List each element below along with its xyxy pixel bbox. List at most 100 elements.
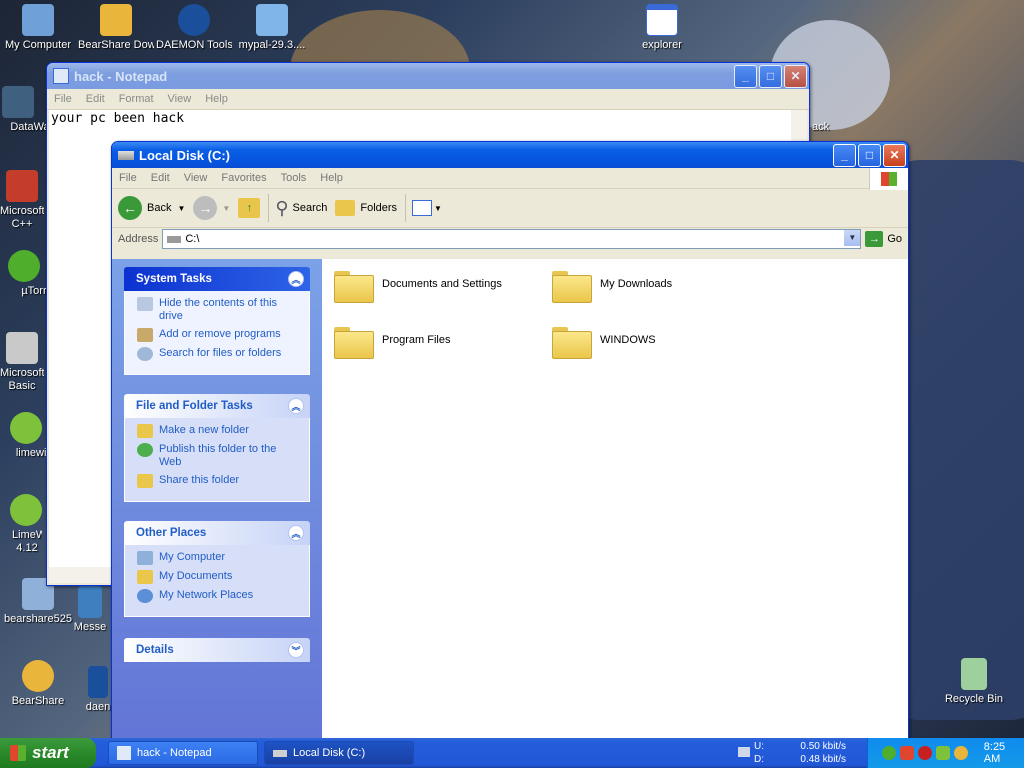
task-pane: System Tasks ︽ Hide the contents of this… [112, 259, 322, 738]
desktop-partial-label: ack [812, 121, 830, 133]
task-new-folder[interactable]: Make a new folder [137, 424, 301, 438]
publish-web-icon [137, 443, 153, 457]
system-tray: 8:25 AM [867, 738, 1024, 768]
windows-logo-icon [10, 745, 26, 761]
address-dropdown-button[interactable]: ▼ [844, 230, 861, 246]
utorrent-icon [8, 250, 40, 282]
clock[interactable]: 8:25 AM [984, 741, 1024, 765]
desktop-icon-explorer[interactable]: explorer [624, 4, 700, 52]
folder-item[interactable]: WINDOWS [552, 323, 656, 359]
panel-header[interactable]: Details ︾ [124, 638, 310, 662]
close-button[interactable]: ✕ [784, 64, 807, 88]
go-button[interactable]: → Go [865, 231, 902, 247]
network-tray-icon[interactable] [899, 746, 914, 760]
start-button[interactable]: start [0, 738, 96, 768]
collapse-icon[interactable]: ︽ [288, 525, 304, 541]
chevron-down-icon: ▼ [434, 203, 442, 213]
keyboard-icon [738, 747, 750, 757]
explorer-titlebar[interactable]: Local Disk (C:) _ □ ✕ [112, 142, 908, 168]
my-computer-icon [22, 4, 54, 36]
taskbar-button-local-disk[interactable]: Local Disk (C:) [264, 741, 414, 765]
system-tasks-panel: System Tasks ︽ Hide the contents of this… [124, 267, 310, 375]
task-search-files[interactable]: Search for files or folders [137, 347, 301, 361]
up-folder-button[interactable]: ↑ [238, 198, 261, 218]
network-places-icon [137, 589, 153, 603]
desktop-icon-bearshare-downloads[interactable]: BearShare Downloads [78, 4, 154, 52]
shortcut-icon [2, 86, 34, 118]
minimize-button[interactable]: _ [833, 143, 856, 167]
menu-help[interactable]: Help [198, 93, 235, 105]
panel-header[interactable]: System Tasks ︽ [124, 267, 310, 291]
back-button[interactable]: ← Back ▼ [118, 196, 185, 220]
desktop-icon-bearshare[interactable]: BearShare [0, 660, 76, 708]
desktop-icon-mypal[interactable]: mypal-29.3.... [234, 4, 310, 52]
search-icon [137, 347, 153, 361]
menu-help[interactable]: Help [313, 172, 350, 184]
task-publish-web[interactable]: Publish this folder to the Web [137, 443, 301, 469]
limewire-icon [10, 494, 42, 526]
my-documents-icon [137, 570, 153, 584]
views-button[interactable]: ▼ [412, 200, 442, 216]
taskbar: start hack - Notepad Local Disk (C:) U: … [0, 738, 1024, 768]
taskbar-button-notepad[interactable]: hack - Notepad [108, 741, 258, 765]
menu-format[interactable]: Format [112, 93, 161, 105]
menu-view[interactable]: View [161, 93, 199, 105]
collapse-icon[interactable]: ︽ [288, 271, 304, 287]
maximize-button[interactable]: □ [759, 64, 782, 88]
task-add-remove-programs[interactable]: Add or remove programs [137, 328, 301, 342]
desktop-icon-recycle-bin[interactable]: Recycle Bin [936, 658, 1012, 706]
panel-header[interactable]: Other Places ︽ [124, 521, 310, 545]
task-hide-drive[interactable]: Hide the contents of this drive [137, 297, 301, 323]
menu-file[interactable]: File [112, 172, 144, 184]
notepad-text: your pc been hack [51, 111, 185, 126]
place-my-computer[interactable]: My Computer [137, 551, 301, 565]
task-share-folder[interactable]: Share this folder [137, 474, 301, 488]
menu-edit[interactable]: Edit [144, 172, 177, 184]
explorer-window[interactable]: Local Disk (C:) _ □ ✕ File Edit View Fav… [111, 141, 909, 739]
desktop-icon-my-computer[interactable]: My Computer [0, 4, 76, 52]
menu-edit[interactable]: Edit [79, 93, 112, 105]
menu-file[interactable]: File [47, 93, 79, 105]
my-computer-icon [137, 551, 153, 565]
desktop-icon-messenger[interactable]: Messe [70, 586, 110, 634]
add-remove-icon [137, 328, 153, 342]
forward-button[interactable]: → ▼ [193, 196, 230, 220]
search-icon: ⚲ [275, 197, 289, 218]
menu-view[interactable]: View [177, 172, 215, 184]
folder-item[interactable]: Documents and Settings [334, 267, 502, 303]
close-button[interactable]: ✕ [883, 143, 906, 167]
folders-icon [335, 200, 356, 216]
folder-icon [552, 323, 592, 359]
limewire-tray-icon[interactable] [935, 746, 950, 760]
go-arrow-icon: → [865, 231, 884, 247]
folders-button[interactable]: Folders [335, 200, 397, 216]
back-arrow-icon: ← [118, 196, 142, 220]
antivirus-tray-icon[interactable] [917, 746, 932, 760]
desktop-icon-daemon-tools[interactable]: DAEMON Tools [156, 4, 232, 52]
details-panel: Details ︾ [124, 638, 310, 662]
minimize-button[interactable]: _ [734, 64, 757, 88]
menu-favorites[interactable]: Favorites [214, 172, 273, 184]
address-bar: Address C:\ ▼ → Go [112, 228, 908, 250]
maximize-button[interactable]: □ [858, 143, 881, 167]
menu-tools[interactable]: Tools [274, 172, 314, 184]
up-folder-icon: ↑ [238, 198, 261, 218]
address-input[interactable]: C:\ ▼ [162, 229, 862, 249]
bearshare-tray-icon[interactable] [953, 746, 968, 760]
search-button[interactable]: ⚲ Search [275, 198, 327, 219]
hide-drive-icon [137, 297, 153, 311]
place-my-documents[interactable]: My Documents [137, 570, 301, 584]
panel-header[interactable]: File and Folder Tasks ︽ [124, 394, 310, 418]
panel-body: Hide the contents of this drive Add or r… [124, 291, 310, 375]
other-places-panel: Other Places ︽ My Computer My Documents … [124, 521, 310, 617]
notepad-titlebar[interactable]: hack - Notepad _ □ ✕ [47, 63, 809, 89]
folder-item[interactable]: Program Files [334, 323, 450, 359]
folder-item[interactable]: My Downloads [552, 267, 672, 303]
collapse-icon[interactable]: ︽ [288, 398, 304, 414]
limewire-icon [10, 412, 42, 444]
place-my-network-places[interactable]: My Network Places [137, 589, 301, 603]
daemon-tools-icon [88, 666, 108, 698]
expand-icon[interactable]: ︾ [288, 642, 304, 658]
bearshare-icon [100, 4, 132, 36]
utorrent-tray-icon[interactable] [882, 746, 896, 760]
